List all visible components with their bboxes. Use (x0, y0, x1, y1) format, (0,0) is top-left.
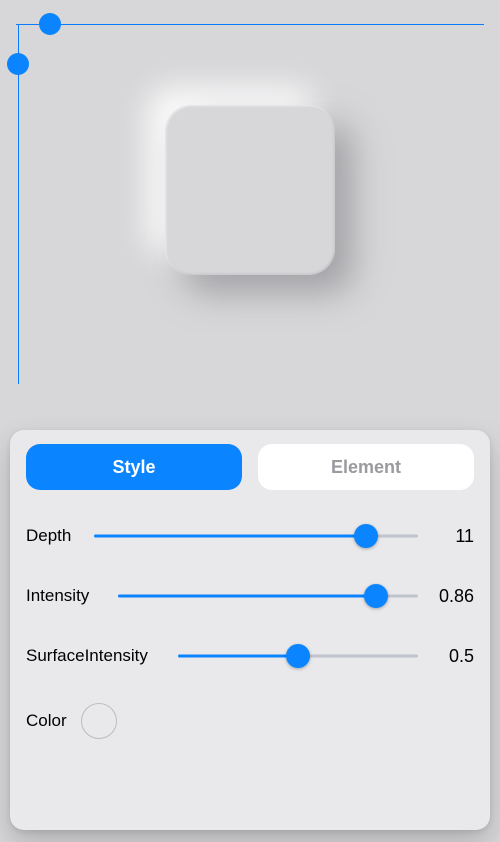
depth-row: Depth 11 (26, 516, 474, 556)
tab-style[interactable]: Style (26, 444, 242, 490)
depth-slider-fill (94, 535, 366, 538)
color-row: Color (26, 696, 474, 746)
vertical-light-axis[interactable] (18, 24, 19, 384)
depth-label: Depth (26, 526, 82, 546)
tab-bar: Style Element (26, 444, 474, 490)
intensity-slider-thumb[interactable] (364, 584, 388, 608)
intensity-label: Intensity (26, 586, 106, 606)
controls-panel: Style Element Depth 11 Intensity 0.86 Su… (10, 430, 490, 830)
horizontal-light-axis[interactable] (16, 24, 484, 25)
vertical-light-thumb[interactable] (7, 53, 29, 75)
tab-element[interactable]: Element (258, 444, 474, 490)
intensity-row: Intensity 0.86 (26, 576, 474, 616)
color-label: Color (26, 711, 67, 731)
depth-slider[interactable] (94, 522, 418, 550)
surface-intensity-label: SurfaceIntensity (26, 646, 166, 666)
surface-intensity-value: 0.5 (430, 646, 474, 667)
depth-slider-thumb[interactable] (354, 524, 378, 548)
intensity-slider[interactable] (118, 582, 418, 610)
depth-value: 11 (430, 526, 474, 547)
surface-intensity-slider-thumb[interactable] (286, 644, 310, 668)
tab-style-label: Style (112, 457, 155, 478)
surface-intensity-slider-fill (178, 655, 298, 658)
color-swatch[interactable] (81, 703, 117, 739)
horizontal-light-thumb[interactable] (39, 13, 61, 35)
neumorphic-preview-card (165, 105, 335, 275)
preview-area (0, 0, 500, 425)
surface-intensity-slider[interactable] (178, 642, 418, 670)
intensity-value: 0.86 (430, 586, 474, 607)
surface-intensity-row: SurfaceIntensity 0.5 (26, 636, 474, 676)
intensity-slider-fill (118, 595, 376, 598)
tab-element-label: Element (331, 457, 401, 478)
